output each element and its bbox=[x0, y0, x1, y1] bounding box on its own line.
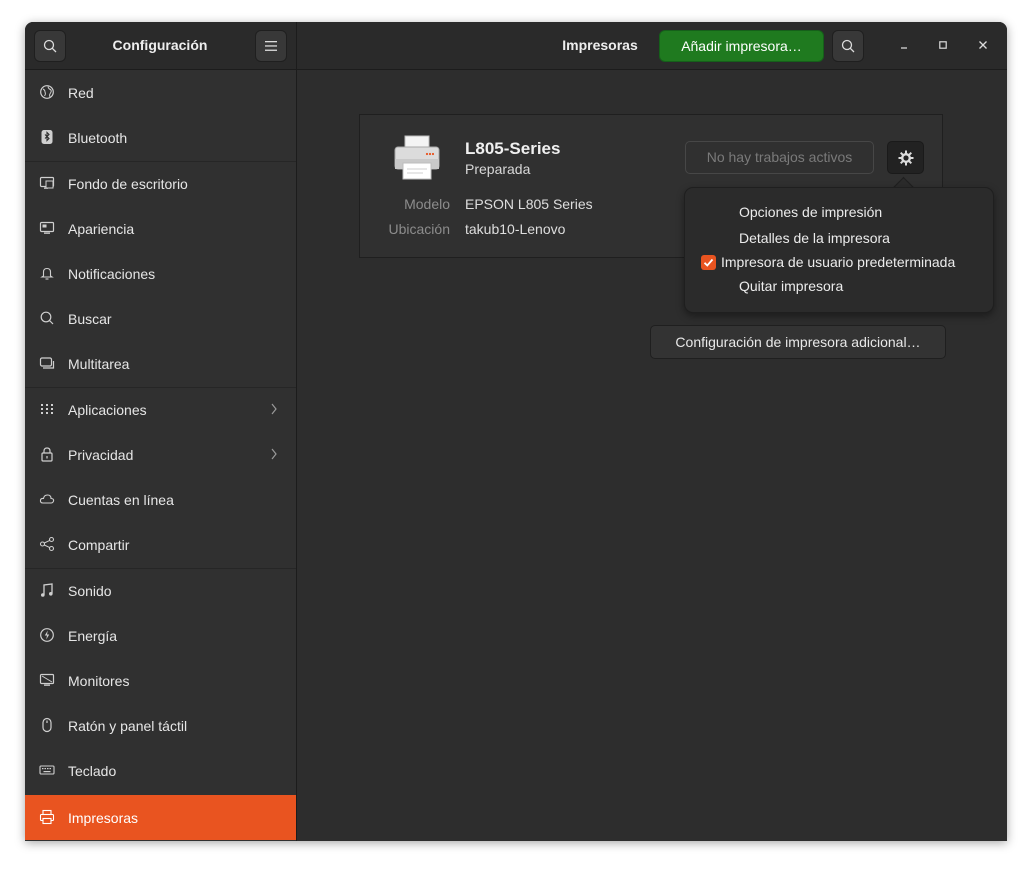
sidebar-item-compartir[interactable]: Compartir bbox=[25, 522, 296, 567]
sidebar-item-fondo[interactable]: Fondo de escritorio bbox=[25, 161, 296, 206]
sidebar-item-label: Energía bbox=[68, 627, 118, 644]
sidebar-item-multitarea[interactable]: Multitarea bbox=[25, 341, 296, 386]
monitor-icon bbox=[39, 672, 55, 688]
settings-window: Configuración Impresoras Añadir impresor… bbox=[25, 22, 1007, 841]
sidebar-item-impresoras[interactable]: Impresoras bbox=[25, 795, 296, 840]
sidebar-item-label: Multitarea bbox=[68, 355, 130, 372]
chevron-right-icon bbox=[271, 403, 277, 415]
sidebar-item-label: Impresoras bbox=[68, 809, 139, 826]
printer-status: Preparada bbox=[465, 161, 531, 177]
maximize-button[interactable] bbox=[929, 31, 957, 59]
printer-device-icon bbox=[394, 135, 440, 180]
sidebar: Red Bluetooth Fondo de escritorio Aparie… bbox=[25, 70, 297, 841]
lock-icon bbox=[39, 446, 55, 462]
menu-item-default-printer[interactable]: Impresora de usuario predeterminada bbox=[721, 254, 955, 270]
apps-grid-icon bbox=[39, 401, 55, 417]
sidebar-item-label: Teclado bbox=[68, 762, 117, 779]
menu-item-printer-details[interactable]: Detalles de la impresora bbox=[739, 230, 890, 246]
search-icon bbox=[43, 39, 57, 53]
sidebar-item-privacidad[interactable]: Privacidad bbox=[25, 432, 296, 477]
header-bar: Configuración Impresoras Añadir impresor… bbox=[25, 22, 1007, 70]
model-label: Modelo bbox=[404, 196, 450, 212]
menu-item-remove-printer[interactable]: Quitar impresora bbox=[739, 278, 843, 294]
checkmark-icon bbox=[703, 258, 714, 267]
desktop-background-icon bbox=[39, 175, 55, 191]
add-printer-button[interactable]: Añadir impresora… bbox=[659, 30, 824, 62]
additional-printer-settings-button[interactable]: Configuración de impresora adicional… bbox=[650, 325, 946, 359]
sidebar-item-label: Privacidad bbox=[68, 446, 134, 463]
sidebar-item-label: Red bbox=[68, 84, 94, 101]
sidebar-item-label: Apariencia bbox=[68, 220, 135, 237]
page-title: Impresoras bbox=[562, 37, 638, 53]
sidebar-item-label: Bluetooth bbox=[68, 129, 128, 146]
bell-icon bbox=[39, 265, 55, 281]
gear-icon bbox=[898, 150, 913, 165]
model-value: EPSON L805 Series bbox=[465, 196, 593, 212]
default-printer-checkbox[interactable] bbox=[701, 255, 716, 270]
appearance-icon bbox=[39, 220, 55, 236]
sidebar-item-bluetooth[interactable]: Bluetooth bbox=[25, 115, 296, 160]
sidebar-item-label: Buscar bbox=[68, 310, 112, 327]
hamburger-menu-icon bbox=[265, 41, 277, 51]
sidebar-item-label: Monitores bbox=[68, 672, 130, 689]
sidebar-item-raton[interactable]: Ratón y panel táctil bbox=[25, 703, 296, 748]
sidebar-item-energia[interactable]: Energía bbox=[25, 613, 296, 658]
keyboard-icon bbox=[39, 762, 55, 778]
minimize-icon bbox=[901, 47, 907, 49]
location-value: takub10-Lenovo bbox=[465, 221, 566, 237]
bluetooth-icon bbox=[39, 129, 55, 145]
sidebar-item-label: Compartir bbox=[68, 536, 130, 553]
app-title: Configuración bbox=[112, 37, 208, 53]
menu-item-print-options[interactable]: Opciones de impresión bbox=[739, 204, 882, 220]
active-jobs-button[interactable]: No hay trabajos activos bbox=[685, 141, 874, 174]
sidebar-item-label: Sonido bbox=[68, 582, 112, 599]
sidebar-item-label: Notificaciones bbox=[68, 265, 156, 282]
main-menu-button[interactable] bbox=[255, 30, 287, 62]
sidebar-item-notificaciones[interactable]: Notificaciones bbox=[25, 251, 296, 296]
sidebar-header: Configuración bbox=[25, 22, 297, 69]
printer-name: L805-Series bbox=[465, 139, 561, 158]
close-button[interactable] bbox=[969, 31, 997, 59]
music-note-icon bbox=[39, 582, 55, 598]
sidebar-item-buscar[interactable]: Buscar bbox=[25, 296, 296, 341]
location-label: Ubicación bbox=[388, 221, 450, 237]
printer-icon bbox=[39, 809, 55, 825]
sidebar-item-label: Ratón y panel táctil bbox=[68, 717, 188, 734]
search-button[interactable] bbox=[34, 30, 66, 62]
mouse-icon bbox=[39, 717, 55, 733]
printer-options-popover: Opciones de impresión Detalles de la imp… bbox=[684, 187, 994, 313]
share-icon bbox=[39, 536, 55, 552]
cloud-icon bbox=[39, 491, 55, 507]
sidebar-item-aplicaciones[interactable]: Aplicaciones bbox=[25, 387, 296, 432]
sidebar-item-label: Aplicaciones bbox=[68, 401, 147, 418]
sidebar-item-red[interactable]: Red bbox=[25, 70, 296, 115]
sidebar-item-cuentas[interactable]: Cuentas en línea bbox=[25, 477, 296, 522]
minimize-button[interactable] bbox=[890, 31, 918, 59]
sidebar-item-sonido[interactable]: Sonido bbox=[25, 568, 296, 613]
sidebar-item-apariencia[interactable]: Apariencia bbox=[25, 206, 296, 251]
printer-search-button[interactable] bbox=[832, 30, 864, 62]
sidebar-item-monitores[interactable]: Monitores bbox=[25, 658, 296, 703]
multitasking-icon bbox=[39, 355, 55, 371]
sidebar-item-label: Cuentas en línea bbox=[68, 491, 174, 508]
search-icon bbox=[39, 310, 55, 326]
search-icon bbox=[841, 39, 855, 53]
globe-icon bbox=[39, 84, 55, 100]
sidebar-item-teclado[interactable]: Teclado bbox=[25, 748, 296, 793]
power-icon bbox=[39, 627, 55, 643]
chevron-right-icon bbox=[271, 448, 277, 460]
sidebar-item-label: Fondo de escritorio bbox=[68, 175, 188, 192]
printer-settings-button[interactable] bbox=[887, 141, 924, 174]
close-icon bbox=[979, 41, 987, 49]
maximize-icon bbox=[939, 41, 947, 49]
